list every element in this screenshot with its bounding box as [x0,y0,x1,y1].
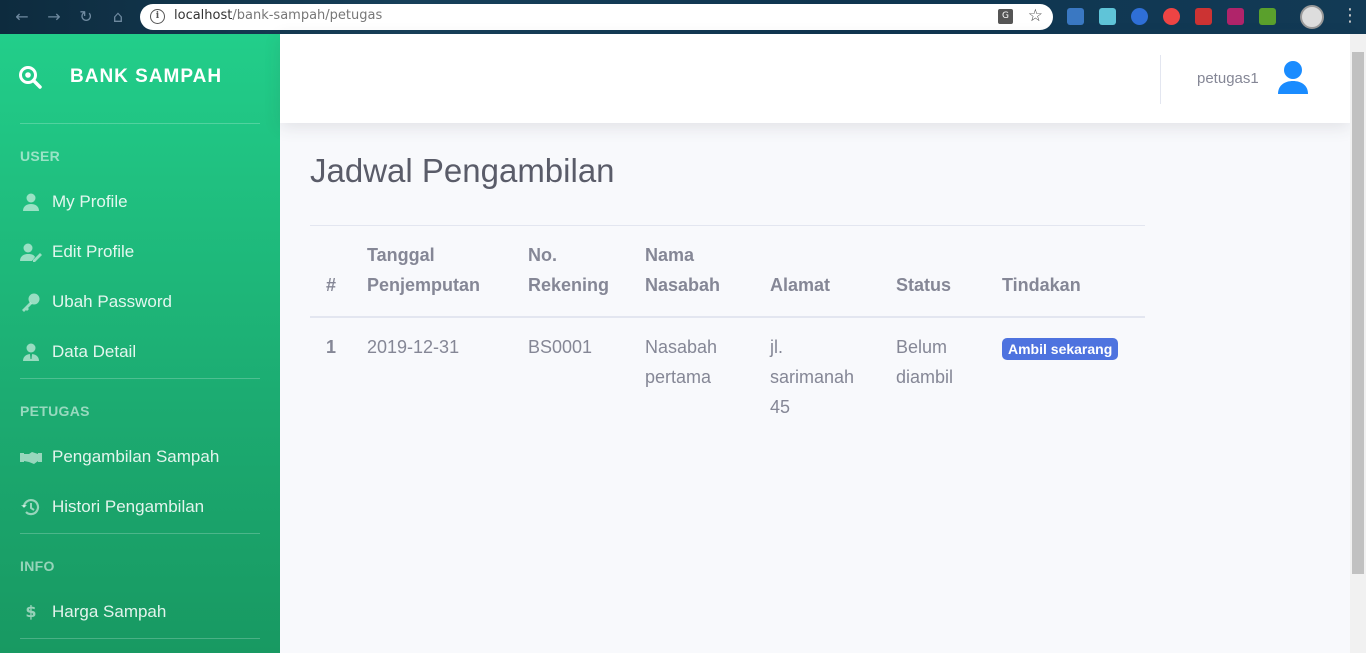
sidebar-item-my-profile[interactable]: My Profile [0,180,280,224]
handshake-icon [20,452,42,464]
address-bar[interactable]: i localhost/bank-sampah/petugas G ☆ [140,4,1053,30]
sidebar-heading-info: INFO [20,558,55,574]
search-dollar-icon [19,66,42,89]
sidebar-divider [20,123,260,124]
dollar-icon: $ [25,602,37,621]
table-header-border [310,316,1145,318]
sidebar-brand[interactable]: BANK SAMPAH [0,34,280,122]
history-icon [21,499,40,516]
extension-icon[interactable] [1131,8,1148,25]
user-avatar-icon[interactable] [1276,60,1310,96]
sidebar-divider [20,533,260,534]
column-header-nama: Nama Nasabah [645,245,721,295]
translate-icon[interactable]: G [998,9,1013,24]
topbar-divider [1160,55,1161,104]
column-header-number: # [326,275,337,295]
sidebar-item-data-detail[interactable]: Data Detail [0,330,280,374]
info-icon[interactable]: i [150,9,165,24]
sidebar-divider [20,638,260,639]
cell-status: Belum diambil [896,337,954,387]
user-icon [23,193,39,211]
extension-icon[interactable] [1227,8,1244,25]
column-header-status: Status [896,275,952,295]
column-header-rekening: No. Rekening [528,245,610,295]
sidebar-item-harga-sampah[interactable]: $ Harga Sampah [0,590,280,634]
column-header-alamat: Alamat [770,275,831,295]
sidebar-item-pengambilan-sampah[interactable]: Pengambilan Sampah [0,435,280,479]
sidebar-item-label: Pengambilan Sampah [52,447,220,466]
reload-icon[interactable]: ↻ [76,7,96,27]
sidebar-heading-petugas: PETUGAS [20,403,90,419]
sidebar-item-label: Edit Profile [52,242,135,261]
more-menu-icon[interactable]: ⋮ [1341,6,1359,26]
extension-icon[interactable] [1067,8,1084,25]
sidebar-item-label: Harga Sampah [52,602,167,621]
user-name[interactable]: petugas1 [1197,70,1259,87]
extension-icon[interactable] [1163,8,1180,25]
brand-title: BANK SAMPAH [70,66,223,87]
cell-alamat: jl. sarimanah 45 [770,337,855,417]
sidebar-item-label: Ubah Password [52,292,173,311]
key-icon [22,293,40,312]
page-title: Jadwal Pengambilan [310,152,615,189]
cell-number: 1 [326,337,337,357]
home-icon[interactable]: ⌂ [108,7,128,27]
extension-icon[interactable] [1259,8,1276,25]
sidebar-item-histori-pengambilan[interactable]: Histori Pengambilan [0,485,280,529]
extension-icon[interactable] [1195,8,1212,25]
sidebar-divider [20,378,260,379]
browser-profile-avatar[interactable] [1300,5,1324,29]
cell-nama: Nasabah pertama [645,337,718,387]
topbar: petugas1 [280,34,1350,123]
back-icon[interactable]: ← [12,7,32,27]
cell-rekening: BS0001 [528,337,593,357]
extension-icon[interactable] [1099,8,1116,25]
sidebar-item-label: Histori Pengambilan [52,497,205,516]
column-header-tanggal: Tanggal Penjemputan [367,245,481,295]
sidebar-item-edit-profile[interactable]: Edit Profile [0,230,280,274]
sidebar-item-label: Data Detail [52,342,137,361]
column-header-tindakan: Tindakan [1002,275,1081,295]
forward-icon[interactable]: → [44,7,64,27]
sidebar-item-ubah-password[interactable]: Ubah Password [0,280,280,324]
sidebar-heading-user: USER [20,148,61,164]
browser-toolbar: ← → ↻ ⌂ i localhost/bank-sampah/petugas … [0,0,1366,34]
url-text: localhost/bank-sampah/petugas [174,8,383,23]
user-edit-icon [20,243,42,262]
cell-tanggal: 2019-12-31 [367,337,460,357]
bookmark-star-icon[interactable]: ☆ [1028,6,1043,26]
user-tie-icon [23,343,39,361]
ambil-sekarang-button[interactable]: Ambil sekarang [1002,338,1119,360]
scrollbar-thumb[interactable] [1352,52,1364,574]
table-border [310,225,1145,226]
sidebar: BANK SAMPAH USER My Profile Edit Profile… [0,34,280,653]
page-scrollbar[interactable] [1350,34,1366,653]
sidebar-item-label: My Profile [52,192,128,211]
